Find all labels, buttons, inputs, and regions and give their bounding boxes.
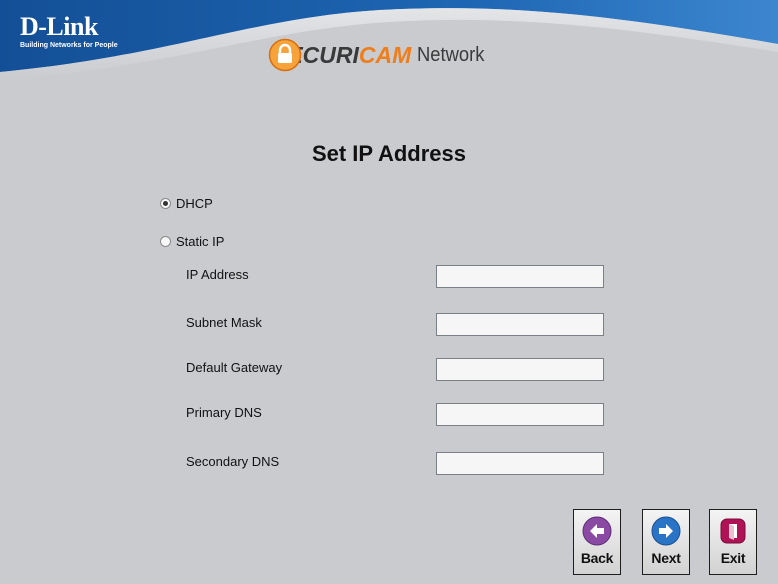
product-name-part2: CAM (358, 41, 412, 68)
static-ip-option[interactable]: Static IP (160, 234, 224, 249)
back-button[interactable]: Back (573, 509, 621, 575)
arrow-left-icon (582, 516, 612, 546)
ip-address-input[interactable] (436, 265, 604, 288)
default-gateway-input[interactable] (436, 358, 604, 381)
primary-dns-label: Primary DNS (186, 405, 262, 420)
arrow-right-icon (651, 516, 681, 546)
subnet-mask-label: Subnet Mask (186, 315, 262, 330)
secondary-dns-input[interactable] (436, 452, 604, 475)
exit-button[interactable]: Exit (709, 509, 757, 575)
secondary-dns-label: Secondary DNS (186, 454, 280, 469)
static-ip-radio[interactable] (160, 236, 171, 247)
brand-logo: D-Link Building Networks for People (20, 14, 118, 50)
dhcp-label: DHCP (176, 196, 213, 211)
dhcp-radio[interactable] (160, 198, 171, 209)
brand-tagline: Building Networks for People (20, 42, 118, 49)
exit-door-icon (720, 518, 746, 544)
product-name-part3: Network (417, 43, 485, 66)
next-label: Next (651, 550, 681, 566)
ip-address-label: IP Address (186, 267, 249, 282)
back-label: Back (580, 550, 614, 566)
subnet-mask-input[interactable] (436, 313, 604, 336)
product-logo: SECURI CAM Network (268, 38, 491, 72)
exit-label: Exit (720, 550, 746, 566)
lock-icon (268, 38, 302, 72)
primary-dns-input[interactable] (436, 403, 604, 426)
page-title: Set IP Address (311, 141, 467, 166)
next-button[interactable]: Next (642, 509, 690, 575)
static-ip-label: Static IP (176, 234, 225, 249)
default-gateway-label: Default Gateway (186, 360, 283, 375)
header-banner: D-Link Building Networks for People SECU… (0, 0, 778, 80)
brand-name: D-Link (20, 12, 98, 41)
dhcp-option[interactable]: DHCP (160, 196, 213, 211)
